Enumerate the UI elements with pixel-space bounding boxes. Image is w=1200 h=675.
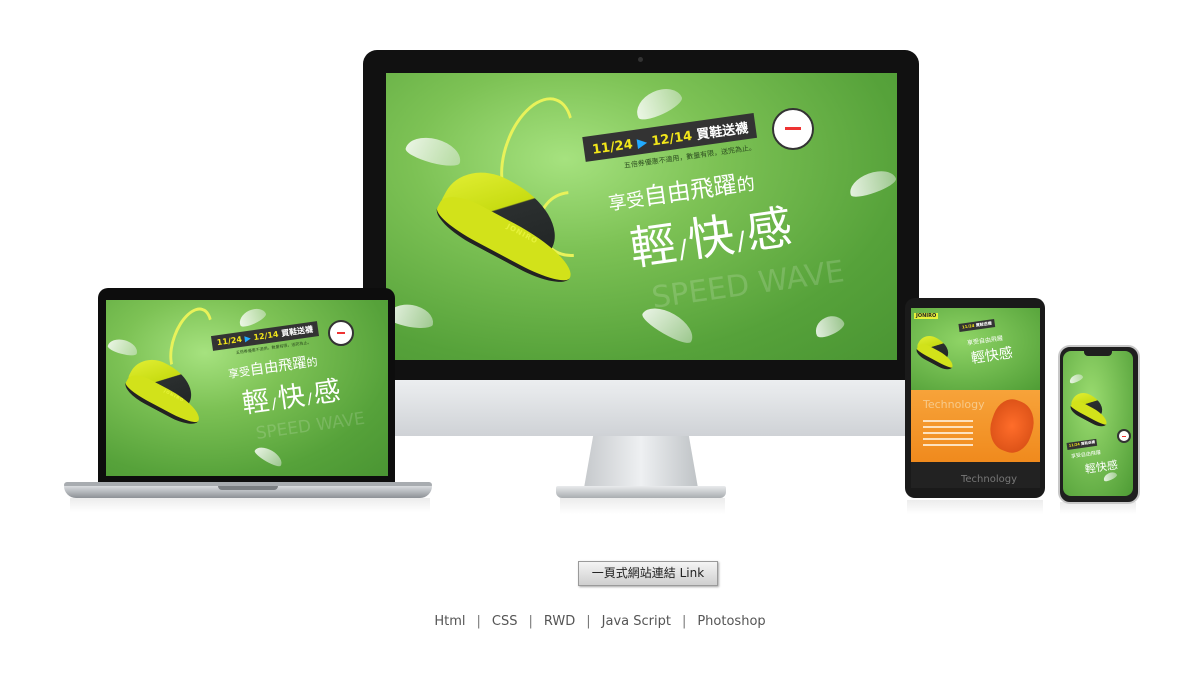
- laptop-notch: [218, 486, 278, 490]
- imac-stand: [584, 436, 698, 488]
- separator: |: [476, 614, 481, 629]
- separator: |: [681, 614, 687, 629]
- imac-reflection: [560, 498, 725, 514]
- running-shoe-image: [914, 331, 956, 373]
- tablet-hero-section: JONIRO 11/24 買鞋送襪 享受自由飛躍 輕快感: [911, 308, 1040, 390]
- feather-decoration: [811, 311, 847, 341]
- feather-decoration: [1068, 372, 1084, 385]
- phone-screen-banner: 11/24 買鞋送襪 享受自由飛躍 輕快感: [1063, 351, 1133, 496]
- feather-decoration: [106, 336, 140, 358]
- running-shoe-image: [1068, 388, 1110, 430]
- skill-javascript: Java Script: [601, 614, 671, 629]
- play-arrow-icon: ▶: [636, 135, 649, 152]
- skill-html: Html: [434, 614, 466, 629]
- technology-text-block: [923, 420, 973, 450]
- imac-chin: [363, 380, 919, 436]
- separator: |: [528, 614, 533, 629]
- socks-icon: [1117, 429, 1131, 443]
- feather-decoration: [631, 81, 685, 125]
- tablet-screen: JONIRO 11/24 買鞋送襪 享受自由飛躍 輕快感 Technology …: [911, 308, 1040, 488]
- feather-decoration: [846, 165, 897, 201]
- laptop-reflection: [70, 498, 430, 512]
- skill-rwd: RWD: [543, 614, 576, 629]
- skill-photoshop: Photoshop: [697, 614, 766, 629]
- promo-end-date: 12/14: [650, 128, 694, 150]
- orange-shoe-image: [983, 394, 1040, 458]
- promo-start-date: 11/24: [591, 137, 634, 158]
- play-arrow-icon: ▶: [244, 333, 252, 344]
- phone-reflection: [1060, 502, 1136, 514]
- technology-heading-2: Technology: [961, 474, 1018, 485]
- phone-notch: [1084, 351, 1112, 356]
- skills-list: Html | CSS | RWD | Java Script | Photoshop: [0, 614, 1200, 629]
- running-shoe-image: JONIRO: [121, 350, 205, 430]
- imac-screen-banner: JONIRO 11/24 ▶ 12/14 買鞋送襪 五倍券優惠不適用，數量有限，…: [386, 73, 897, 360]
- tablet-brand-logo: JONIRO: [914, 313, 939, 319]
- feather-decoration: [236, 304, 268, 330]
- socks-icon: [328, 320, 354, 346]
- feather-decoration: [403, 132, 465, 170]
- one-page-site-link-button[interactable]: 一頁式網站連結 Link: [578, 561, 718, 586]
- tablet-reflection: [907, 500, 1043, 514]
- separator: |: [586, 614, 591, 629]
- promo-banner: 11/24 買鞋送襪: [1066, 438, 1098, 450]
- promo-banner: 11/24 買鞋送襪: [958, 319, 996, 332]
- feather-decoration: [253, 443, 285, 469]
- skill-css: CSS: [491, 614, 518, 629]
- laptop-screen-banner: JONIRO 11/24 ▶ 12/14 買鞋送襪 五倍券優惠不適用，數量有限，…: [106, 300, 388, 476]
- tablet-technology-section: Technology: [911, 390, 1040, 462]
- imac-stand-foot: [556, 486, 726, 498]
- imac-camera: [638, 57, 643, 62]
- headline: 輕快感: [970, 345, 1014, 367]
- tablet-dark-section: Technology: [911, 462, 1040, 488]
- socks-icon: [772, 108, 814, 150]
- technology-heading: Technology: [923, 398, 985, 411]
- promo-gift-text: 買鞋送襪: [695, 121, 750, 144]
- running-shoe-image: JONIRO: [429, 156, 581, 293]
